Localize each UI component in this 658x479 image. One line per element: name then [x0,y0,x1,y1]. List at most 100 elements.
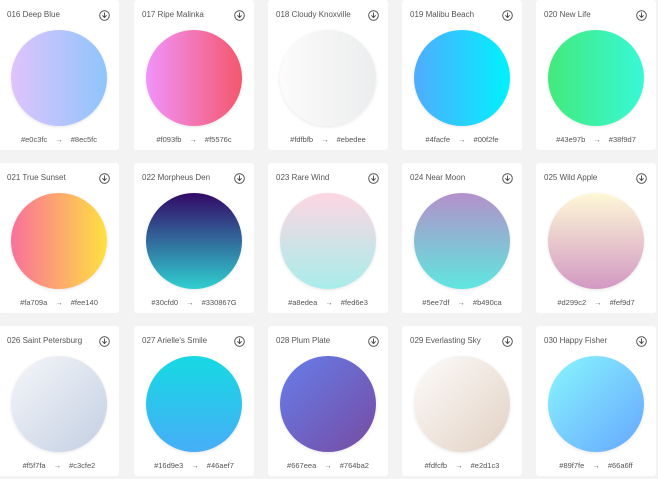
download-icon[interactable] [99,173,110,184]
gradient-codes: #f5f7fa → #c3cfe2 [0,461,119,471]
from-color-code[interactable]: #43e97b [556,135,585,144]
gradient-swatch[interactable] [414,356,510,452]
gradient-card[interactable]: 027 Arielle's Smile #16d9e3 → #46aef7 [134,326,254,476]
arrow-icon: → [189,135,197,144]
gradient-swatch[interactable] [414,193,510,289]
from-color-code[interactable]: #fdfbfb [290,135,313,144]
download-icon[interactable] [636,173,647,184]
download-icon[interactable] [99,336,110,347]
gradient-codes: #e0c3fc → #8ec5fc [0,135,119,145]
gradient-title: 022 Morpheus Den [142,173,211,182]
gradient-card[interactable]: 020 New Life #43e97b → #38f9d7 [536,0,656,150]
gradient-swatch[interactable] [146,30,242,126]
gradient-swatch[interactable] [548,356,644,452]
gradient-swatch[interactable] [11,193,107,289]
gradient-swatch[interactable] [280,356,376,452]
gradient-codes: #16d9e3 → #46aef7 [134,461,254,471]
arrow-icon: → [186,298,194,307]
from-color-code[interactable]: #5ee7df [422,298,449,307]
gradient-card[interactable]: 022 Morpheus Den #30cfd0 → #330867G [134,163,254,313]
gradient-card[interactable]: 019 Malibu Beach #4facfe → #00f2fe [402,0,522,150]
download-icon[interactable] [234,336,245,347]
gradient-codes: #f093fb → #f5576c [134,135,254,145]
download-icon[interactable] [234,173,245,184]
gradient-codes: #4facfe → #00f2fe [402,135,522,145]
to-color-code[interactable]: #fed6e3 [341,298,368,307]
gradient-title: 020 New Life [544,10,591,19]
from-color-code[interactable]: #667eea [287,461,316,470]
to-color-code[interactable]: #e2d1c3 [471,461,500,470]
gradient-card[interactable]: 023 Rare Wind #a8edea → #fed6e3 [268,163,388,313]
gradient-card[interactable]: 029 Everlasting Sky #fdfcfb → #e2d1c3 [402,326,522,476]
download-icon[interactable] [368,336,379,347]
gradient-card[interactable]: 028 Plum Plate #667eea → #764ba2 [268,326,388,476]
gradient-title: 024 Near Moon [410,173,466,182]
to-color-code[interactable]: #46aef7 [207,461,234,470]
arrow-icon: → [55,135,63,144]
to-color-code[interactable]: #fee140 [71,298,98,307]
to-color-code[interactable]: #b490ca [473,298,502,307]
gradient-swatch[interactable] [280,30,376,126]
from-color-code[interactable]: #a8edea [288,298,317,307]
download-icon[interactable] [502,173,513,184]
to-color-code[interactable]: #330867G [202,298,237,307]
gradient-card[interactable]: 016 Deep Blue #e0c3fc → #8ec5fc [0,0,119,150]
download-icon[interactable] [368,10,379,21]
gradient-card[interactable]: 017 Ripe Malinka #f093fb → #f5576c [134,0,254,150]
gradient-title: 025 Wild Apple [544,173,598,182]
gradient-swatch[interactable] [548,30,644,126]
to-color-code[interactable]: #c3cfe2 [69,461,95,470]
download-icon[interactable] [636,336,647,347]
from-color-code[interactable]: #f5f7fa [23,461,46,470]
arrow-icon: → [325,298,333,307]
gradient-swatch[interactable] [11,30,107,126]
gradient-card[interactable]: 021 True Sunset #fa709a → #fee140 [0,163,119,313]
from-color-code[interactable]: #89f7fe [559,461,584,470]
gradient-card[interactable]: 026 Saint Petersburg #f5f7fa → #c3cfe2 [0,326,119,476]
to-color-code[interactable]: #f5576c [205,135,232,144]
gradient-swatch[interactable] [280,193,376,289]
from-color-code[interactable]: #e0c3fc [21,135,47,144]
to-color-code[interactable]: #fef9d7 [610,298,635,307]
to-color-code[interactable]: #66a6ff [608,461,633,470]
arrow-icon: → [191,461,199,470]
from-color-code[interactable]: #30cfd0 [151,298,178,307]
gradient-codes: #89f7fe → #66a6ff [536,461,656,471]
gradient-title: 028 Plum Plate [276,336,331,345]
to-color-code[interactable]: #8ec5fc [71,135,97,144]
gradient-codes: #fa709a → #fee140 [0,298,119,308]
gradient-codes: #5ee7df → #b490ca [402,298,522,308]
gradient-swatch[interactable] [414,30,510,126]
to-color-code[interactable]: #764ba2 [340,461,369,470]
download-icon[interactable] [502,336,513,347]
to-color-code[interactable]: #38f9d7 [609,135,636,144]
gradient-title: 016 Deep Blue [7,10,60,19]
gradient-swatch[interactable] [146,193,242,289]
gradient-swatch[interactable] [548,193,644,289]
download-icon[interactable] [636,10,647,21]
arrow-icon: → [53,461,62,470]
gradient-card[interactable]: 024 Near Moon #5ee7df → #b490ca [402,163,522,313]
arrow-icon: → [457,298,465,307]
gradient-card[interactable]: 025 Wild Apple #d299c2 → #fef9d7 [536,163,656,313]
gradient-title: 017 Ripe Malinka [142,10,204,19]
gradient-title: 026 Saint Petersburg [7,336,83,345]
gradient-card[interactable]: 030 Happy Fisher #89f7fe → #66a6ff [536,326,656,476]
to-color-code[interactable]: #00f2fe [474,135,499,144]
download-icon[interactable] [368,173,379,184]
gradient-codes: #fdfbfb → #ebedee [268,135,388,145]
gradient-swatch[interactable] [146,356,242,452]
gradient-card[interactable]: 018 Cloudy Knoxville #fdfbfb → #ebedee [268,0,388,150]
to-color-code[interactable]: #ebedee [337,135,366,144]
gradient-swatch[interactable] [11,356,107,452]
download-icon[interactable] [502,10,513,21]
from-color-code[interactable]: #d299c2 [557,298,586,307]
download-icon[interactable] [234,10,245,21]
from-color-code[interactable]: #fa709a [20,298,47,307]
gradient-title: 029 Everlasting Sky [410,336,481,345]
from-color-code[interactable]: #16d9e3 [154,461,183,470]
from-color-code[interactable]: #4facfe [425,135,450,144]
download-icon[interactable] [99,10,110,21]
from-color-code[interactable]: #fdfcfb [425,461,448,470]
from-color-code[interactable]: #f093fb [156,135,181,144]
